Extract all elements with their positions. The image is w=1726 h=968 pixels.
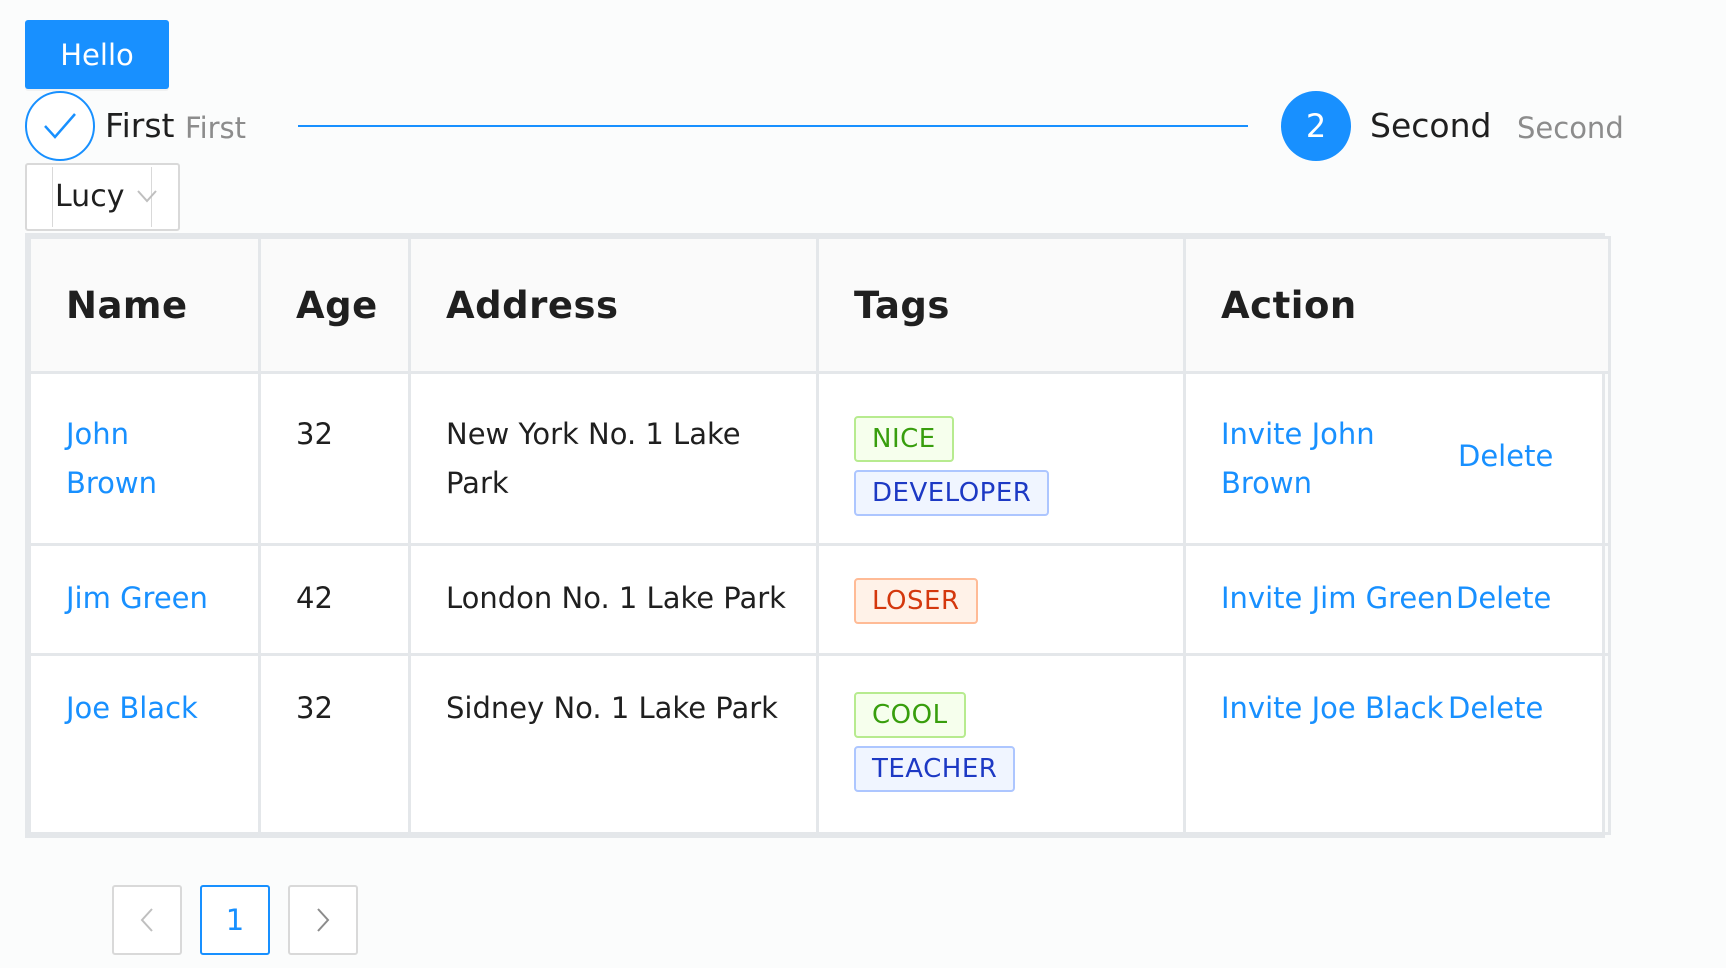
column-header-address: Address bbox=[408, 236, 819, 374]
name-select[interactable]: Lucy bbox=[25, 163, 180, 231]
chevron-down-icon bbox=[137, 190, 157, 203]
address-cell: London No. 1 Lake Park bbox=[408, 543, 819, 656]
table-row: Joe Black 32 Sidney No. 1 Lake Park COOL… bbox=[28, 653, 1611, 835]
step-2-number[interactable]: 2 bbox=[1281, 91, 1351, 161]
steps: First First 2 Second Second bbox=[25, 90, 1624, 162]
step-2-title: Second bbox=[1370, 106, 1492, 145]
table-row: Jim Green 42 London No. 1 Lake Park LOSE… bbox=[28, 543, 1611, 656]
tag: DEVELOPER bbox=[854, 470, 1050, 516]
hello-button[interactable]: Hello bbox=[25, 20, 169, 89]
pagination-next-button[interactable] bbox=[288, 885, 358, 955]
action-cell: Invite John Brown Delete bbox=[1183, 371, 1611, 546]
tags-cell: LOSER bbox=[816, 543, 1186, 656]
delete-link[interactable]: Delete bbox=[1456, 574, 1551, 623]
column-header-tags: Tags bbox=[816, 236, 1186, 374]
step-1-title: First bbox=[105, 106, 175, 145]
step-1-check-icon[interactable] bbox=[25, 91, 95, 161]
pagination-prev-button[interactable] bbox=[112, 885, 182, 955]
column-header-age: Age bbox=[258, 236, 411, 374]
age-cell: 32 bbox=[258, 371, 411, 546]
table-header-row: Name Age Address Tags Action bbox=[28, 236, 1611, 374]
invite-link[interactable]: Invite Jim Green bbox=[1221, 581, 1453, 615]
chevron-left-icon bbox=[140, 908, 153, 932]
age-cell: 42 bbox=[258, 543, 411, 656]
name-link[interactable]: Joe Black bbox=[66, 691, 198, 725]
name-cell: Joe Black bbox=[28, 653, 261, 835]
app-root: Hello First First 2 Second Second Lucy N… bbox=[0, 0, 1726, 968]
tags-cell: COOL TEACHER bbox=[816, 653, 1186, 835]
tag: COOL bbox=[854, 692, 966, 738]
table-row: John Brown 32 New York No. 1 Lake Park N… bbox=[28, 371, 1611, 546]
step-2-description: Second bbox=[1517, 111, 1624, 145]
address-cell: Sidney No. 1 Lake Park bbox=[408, 653, 819, 835]
column-header-action: Action bbox=[1183, 236, 1611, 374]
address-cell: New York No. 1 Lake Park bbox=[408, 371, 819, 546]
step-connector-line bbox=[298, 125, 1248, 127]
name-link[interactable]: John Brown bbox=[66, 410, 176, 508]
step-1-description: First bbox=[185, 111, 247, 145]
tags-cell: NICE DEVELOPER bbox=[816, 371, 1186, 546]
invite-link[interactable]: Invite Joe Black bbox=[1221, 691, 1443, 725]
action-cell: Invite Joe Black Delete bbox=[1183, 653, 1611, 835]
action-cell: Invite Jim Green Delete bbox=[1183, 543, 1611, 656]
chevron-right-icon bbox=[317, 908, 330, 932]
tag: TEACHER bbox=[854, 746, 1016, 792]
name-cell: Jim Green bbox=[28, 543, 261, 656]
name-link[interactable]: Jim Green bbox=[66, 581, 208, 615]
name-cell: John Brown bbox=[28, 371, 261, 546]
column-header-name: Name bbox=[28, 236, 261, 374]
tag: NICE bbox=[854, 416, 954, 462]
delete-link[interactable]: Delete bbox=[1458, 432, 1553, 481]
invite-link[interactable]: Invite John Brown bbox=[1221, 410, 1401, 508]
address-text: New York No. 1 Lake Park bbox=[446, 417, 741, 500]
users-table: Name Age Address Tags Action John Brown … bbox=[25, 233, 1611, 838]
tag: LOSER bbox=[854, 578, 978, 624]
delete-link[interactable]: Delete bbox=[1448, 684, 1543, 733]
age-cell: 32 bbox=[258, 653, 411, 835]
pagination-page-1[interactable]: 1 bbox=[200, 885, 270, 955]
